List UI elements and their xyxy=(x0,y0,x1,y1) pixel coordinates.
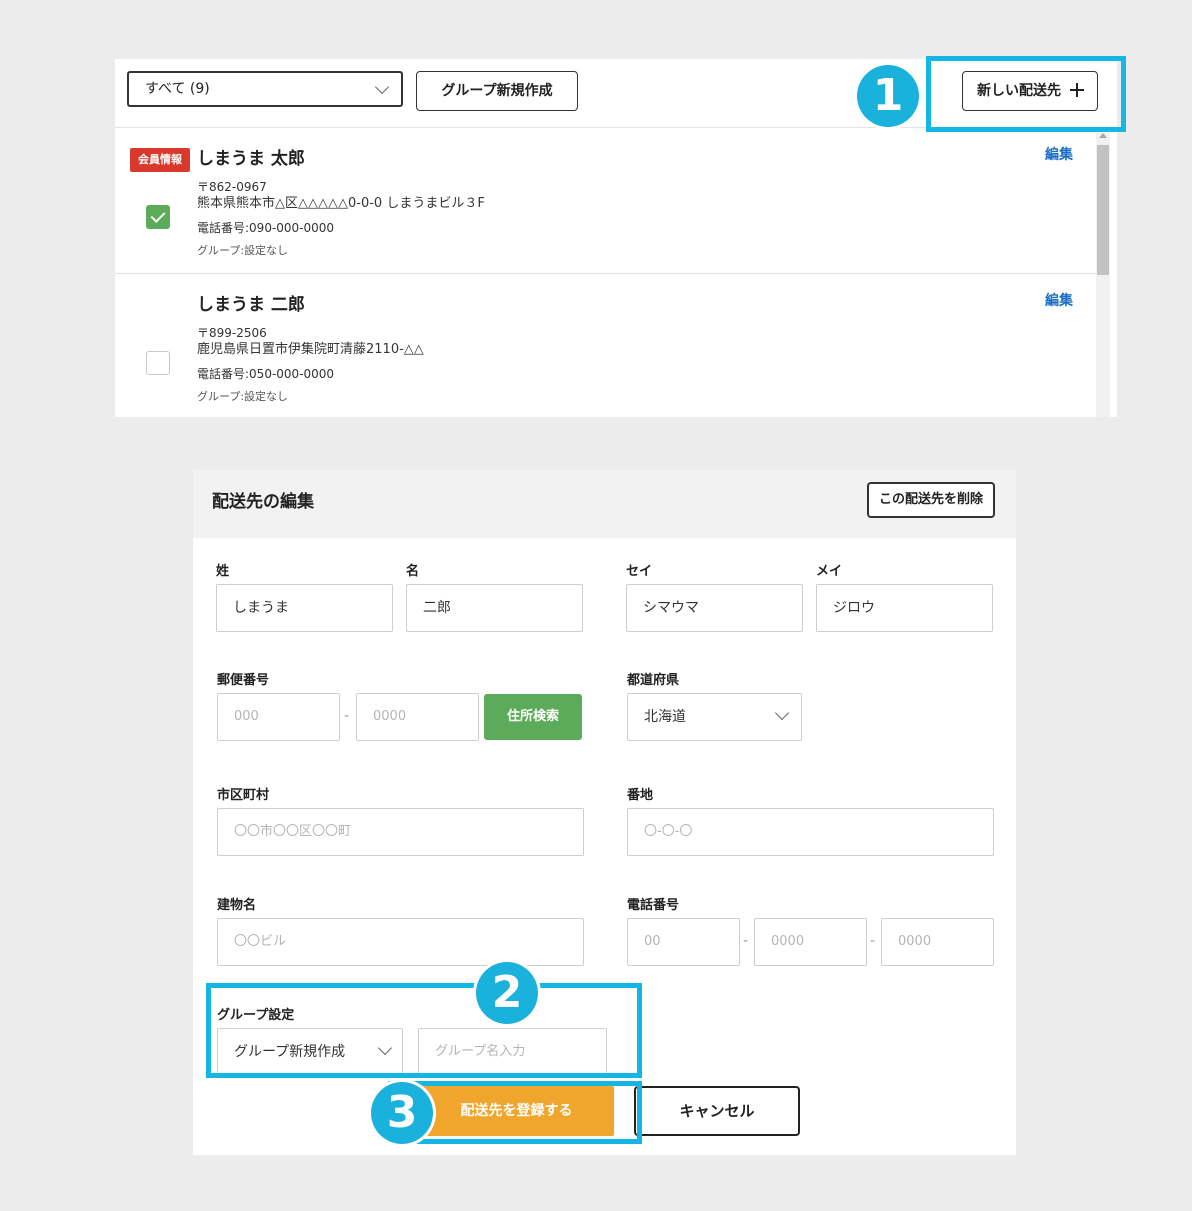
phone-separator: - xyxy=(870,933,876,949)
street-input[interactable]: 〇-〇-〇 xyxy=(627,808,994,856)
edit-link[interactable]: 編集 xyxy=(1045,144,1073,164)
address-name: しまうま 二郎 xyxy=(197,295,305,315)
phone-input-1[interactable]: 00 xyxy=(627,918,740,966)
edit-link[interactable]: 編集 xyxy=(1045,290,1073,310)
address-checkbox[interactable] xyxy=(146,205,170,229)
building-label: 建物名 xyxy=(217,898,257,913)
member-info-badge: 会員情報 xyxy=(130,148,190,172)
callout-number-3: 3 xyxy=(371,1082,433,1144)
address-line: 鹿児島県日置市伊集院町清藤2110-△△ xyxy=(197,342,424,357)
address-line: 熊本県熊本市△区△△△△△0-0-0 しまうまビル３F xyxy=(197,196,485,211)
chevron-down-icon xyxy=(374,79,390,95)
callout-number-2: 2 xyxy=(476,962,538,1024)
street-label: 番地 xyxy=(627,788,654,803)
phone-input-3[interactable]: 0000 xyxy=(881,918,994,966)
last-kana-label: セイ xyxy=(626,564,653,579)
group-filter-select[interactable]: すべて (9) xyxy=(127,71,403,107)
phone-label: 電話番号 xyxy=(627,898,680,913)
postal-separator: - xyxy=(344,708,350,724)
address-group: グループ:設定なし xyxy=(197,390,289,403)
prefecture-select[interactable]: 北海道 xyxy=(627,693,802,741)
address-name: しまうま 太郎 xyxy=(197,149,305,169)
first-name-label: 名 xyxy=(406,564,420,579)
group-filter-value: すべて (9) xyxy=(145,81,210,97)
last-kana-input[interactable]: シマウマ xyxy=(626,584,803,632)
first-name-input[interactable]: 二郎 xyxy=(406,584,583,632)
last-name-label: 姓 xyxy=(216,564,230,579)
address-group: グループ:設定なし xyxy=(197,244,289,257)
form-header: 配送先の編集 この配送先を削除 xyxy=(193,470,1016,538)
address-row: しまうま 二郎 〒899-2506 鹿児島県日置市伊集院町清藤2110-△△ 電… xyxy=(115,274,1096,419)
chevron-down-icon xyxy=(774,705,790,721)
postal-code-input-2[interactable]: 0000 xyxy=(356,693,479,741)
prefecture-label: 都道府県 xyxy=(627,673,680,688)
first-kana-label: メイ xyxy=(816,564,843,579)
check-icon xyxy=(150,208,166,223)
phone-input-2[interactable]: 0000 xyxy=(754,918,867,966)
scroll-up-arrow-icon[interactable] xyxy=(1099,133,1107,138)
city-input[interactable]: 〇〇市〇〇区〇〇町 xyxy=(217,808,584,856)
delete-address-button[interactable]: この配送先を削除 xyxy=(867,482,995,518)
cancel-button[interactable]: キャンセル xyxy=(634,1086,800,1136)
address-row: 会員情報 しまうま 太郎 〒862-0967 熊本県熊本市△区△△△△△0-0-… xyxy=(115,128,1096,274)
form-title: 配送先の編集 xyxy=(212,492,314,512)
callout-highlight-2 xyxy=(206,983,642,1078)
building-input[interactable]: 〇〇ビル xyxy=(217,918,584,966)
postal-label: 郵便番号 xyxy=(217,673,270,688)
phone-separator: - xyxy=(743,933,749,949)
first-kana-input[interactable]: ジロウ xyxy=(816,584,993,632)
address-phone: 電話番号:050-000-0000 xyxy=(197,367,335,381)
last-name-input[interactable]: しまうま xyxy=(216,584,393,632)
prefecture-value: 北海道 xyxy=(644,709,686,725)
postal-code-input-1[interactable]: 000 xyxy=(217,693,340,741)
address-search-button[interactable]: 住所検索 xyxy=(484,694,582,740)
callout-highlight-1 xyxy=(926,56,1126,132)
create-group-button[interactable]: グループ新規作成 xyxy=(416,71,578,111)
address-checkbox[interactable] xyxy=(146,351,170,375)
address-phone: 電話番号:090-000-0000 xyxy=(197,221,335,235)
city-label: 市区町村 xyxy=(217,788,270,803)
scrollbar-thumb[interactable] xyxy=(1097,145,1109,275)
callout-number-1: 1 xyxy=(857,65,919,127)
